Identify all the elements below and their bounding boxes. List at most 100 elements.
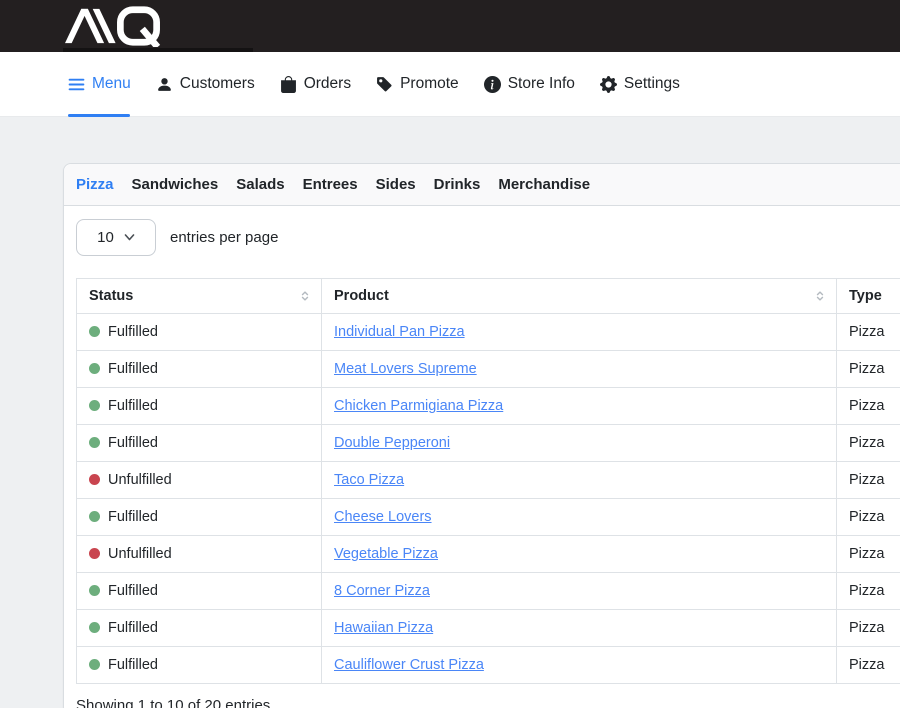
bag-icon	[280, 76, 297, 93]
table-row: FulfilledChicken Parmigiana PizzaPizza	[77, 388, 900, 425]
status-dot-icon	[89, 363, 100, 374]
nav-item-label: Menu	[92, 75, 131, 93]
status-cell: Fulfilled	[77, 610, 322, 647]
tab-salads[interactable]: Salads	[236, 176, 284, 193]
nav-item-label: Orders	[304, 75, 351, 93]
status-label: Fulfilled	[108, 435, 158, 451]
page-content: Pizza Sandwiches Salads Entrees Sides Drinks M…	[0, 117, 900, 708]
product-link[interactable]: Individual Pan Pizza	[334, 324, 465, 340]
status-dot-icon	[89, 400, 100, 411]
gear-icon	[600, 76, 617, 93]
product-cell: 8 Corner Pizza	[322, 573, 837, 610]
type-cell: Pizza	[837, 647, 900, 684]
status-label: Fulfilled	[108, 583, 158, 599]
tab-entrees[interactable]: Entrees	[303, 176, 358, 193]
type-cell: Pizza	[837, 499, 900, 536]
product-link[interactable]: Double Pepperoni	[334, 435, 450, 451]
column-header-product[interactable]: Product	[322, 279, 837, 314]
product-link[interactable]: Chicken Parmigiana Pizza	[334, 398, 503, 414]
sort-arrows-icon	[299, 290, 311, 302]
status-label: Fulfilled	[108, 398, 158, 414]
table-row: Fulfilled Cauliflower Crust Pizza Pizza	[77, 647, 900, 684]
table-row: Unfulfilled Taco Pizza Pizza	[77, 462, 900, 499]
type-cell: Pizza	[837, 610, 900, 647]
tab-sides[interactable]: Sides	[376, 176, 416, 193]
status-label: Fulfilled	[108, 324, 158, 340]
nav-item-label: Customers	[180, 75, 255, 93]
product-cell: Individual Pan Pizza	[322, 314, 837, 351]
status-cell: Fulfilled	[77, 425, 322, 462]
table-row: Fulfilled Meat Lovers Supreme Pizza	[77, 351, 900, 388]
nav-item-orders[interactable]: Orders	[280, 75, 351, 93]
status-dot-icon	[89, 511, 100, 522]
product-link[interactable]: Vegetable Pizza	[334, 546, 438, 562]
column-label: Type	[849, 288, 882, 304]
table-row: Fulfilled Cheese Lovers Pizza	[77, 499, 900, 536]
status-label: Fulfilled	[108, 620, 158, 636]
type-cell: Pizza	[837, 425, 900, 462]
product-cell: Hawaiian Pizza	[322, 610, 837, 647]
product-cell: Cauliflower Crust Pizza	[322, 647, 837, 684]
status-cell: Unfulfilled	[77, 462, 322, 499]
nav-item-store-info[interactable]: Store Info	[484, 75, 575, 93]
entries-per-page-select[interactable]: 10	[76, 219, 156, 256]
product-link[interactable]: Hawaiian Pizza	[334, 620, 433, 636]
column-header-status[interactable]: Status	[77, 279, 322, 314]
tab-pizza[interactable]: Pizza	[76, 176, 114, 193]
product-link[interactable]: Taco Pizza	[334, 472, 404, 488]
status-dot-icon	[89, 659, 100, 670]
product-cell: Taco Pizza	[322, 462, 837, 499]
top-header-bar	[0, 0, 900, 52]
table-row: Fulfilled Double Pepperoni Pizza	[77, 425, 900, 462]
table-header-row: Status Product Type	[77, 279, 900, 314]
card-body: 10 entries per page StatusProductType Fu…	[64, 206, 900, 708]
table-row: Fulfilled Hawaiian Pizza Pizza	[77, 610, 900, 647]
type-cell: Pizza	[837, 351, 900, 388]
product-cell: Vegetable Pizza	[322, 536, 837, 573]
sort-arrows-icon	[814, 290, 826, 302]
active-nav-underline	[68, 114, 130, 117]
status-dot-icon	[89, 585, 100, 596]
chevron-down-icon	[124, 233, 135, 242]
product-link[interactable]: Meat Lovers Supreme	[334, 361, 477, 377]
status-dot-icon	[89, 622, 100, 633]
tab-drinks[interactable]: Drinks	[434, 176, 481, 193]
status-dot-icon	[89, 326, 100, 337]
tab-sandwiches[interactable]: Sandwiches	[132, 176, 219, 193]
status-cell: Fulfilled	[77, 499, 322, 536]
status-dot-icon	[89, 474, 100, 485]
column-header-type: Type	[837, 279, 900, 314]
type-cell: Pizza	[837, 314, 900, 351]
nav-item-menu[interactable]: Menu	[68, 75, 131, 93]
nav-item-label: Store Info	[508, 75, 575, 93]
product-cell: Cheese Lovers	[322, 499, 837, 536]
products-table: Status Product Type Fulfilled Individual Pa…	[76, 278, 900, 684]
nav-item-settings[interactable]: Settings	[600, 75, 680, 93]
table-summary: Showing 1 to 10 of 20 entries	[76, 697, 900, 708]
status-label: Unfulfilled	[108, 472, 172, 488]
product-cell: Meat Lovers Supreme	[322, 351, 837, 388]
menu-products-card: Pizza Sandwiches Salads Entrees Sides Drinks M…	[63, 163, 900, 708]
status-label: Unfulfilled	[108, 546, 172, 562]
status-cell: Fulfilled	[77, 647, 322, 684]
nav-item-promote[interactable]: Promote	[376, 75, 459, 93]
nav-item-customers[interactable]: Customers	[156, 75, 255, 93]
status-cell: Fulfilled	[77, 388, 322, 425]
column-label: Status	[89, 288, 133, 304]
tag-icon	[376, 76, 393, 93]
status-cell: Fulfilled	[77, 573, 322, 610]
type-cell: Pizza	[837, 536, 900, 573]
entries-per-page-value: 10	[97, 229, 114, 246]
product-link[interactable]: Cauliflower Crust Pizza	[334, 657, 484, 673]
status-label: Fulfilled	[108, 509, 158, 525]
status-label: Fulfilled	[108, 361, 158, 377]
main-navigation: Menu Customers Orders Promote Store Info Sett…	[0, 52, 900, 117]
tab-merchandise[interactable]: Merchandise	[498, 176, 590, 193]
info-icon	[484, 76, 501, 93]
status-dot-icon	[89, 548, 100, 559]
column-label: Product	[334, 288, 389, 304]
product-link[interactable]: 8 Corner Pizza	[334, 583, 430, 599]
nav-item-label: Settings	[624, 75, 680, 93]
type-cell: Pizza	[837, 462, 900, 499]
product-link[interactable]: Cheese Lovers	[334, 509, 432, 525]
